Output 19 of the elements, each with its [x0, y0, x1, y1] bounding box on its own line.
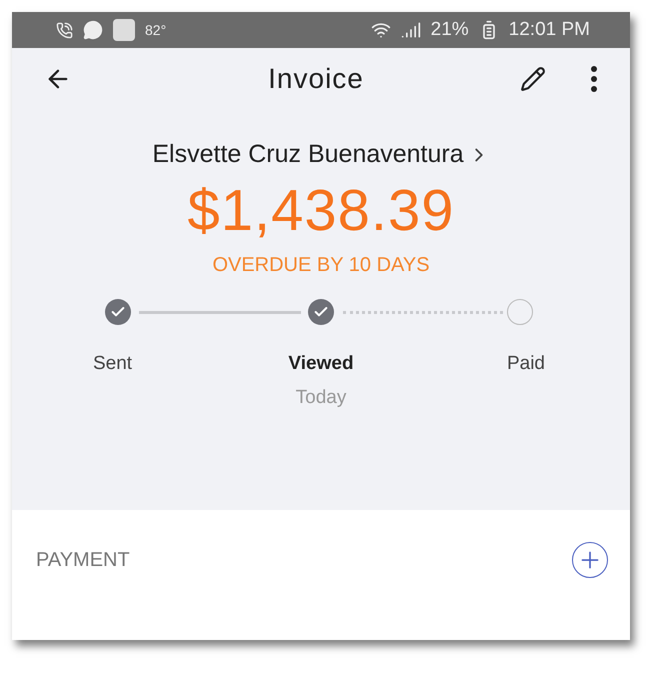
- app-icon: [113, 19, 135, 41]
- step-label: Paid: [506, 353, 545, 375]
- message-icon: [83, 20, 103, 40]
- clock: 12:01 PM: [508, 19, 590, 41]
- add-button[interactable]: [572, 542, 608, 578]
- step-label: Sent: [93, 353, 132, 375]
- signal-icon: [400, 20, 421, 40]
- overdue-status: OVERDUE BY 10 DAYS: [212, 254, 430, 277]
- invoice-amount: $1,438.39: [187, 177, 455, 244]
- battery-percent: 21%: [430, 19, 469, 41]
- step-label: Viewed: [288, 353, 354, 375]
- customer-link[interactable]: Elsvette Cruz Buenaventura: [152, 140, 490, 169]
- section-heading: PAYMENT: [36, 548, 131, 572]
- temperature: 82°: [145, 22, 166, 38]
- screen-title: Invoice: [267, 63, 365, 95]
- call-icon: [56, 22, 73, 38]
- pencil-icon: [520, 66, 546, 92]
- step-date: Today: [296, 387, 346, 409]
- more-icon: [590, 65, 598, 93]
